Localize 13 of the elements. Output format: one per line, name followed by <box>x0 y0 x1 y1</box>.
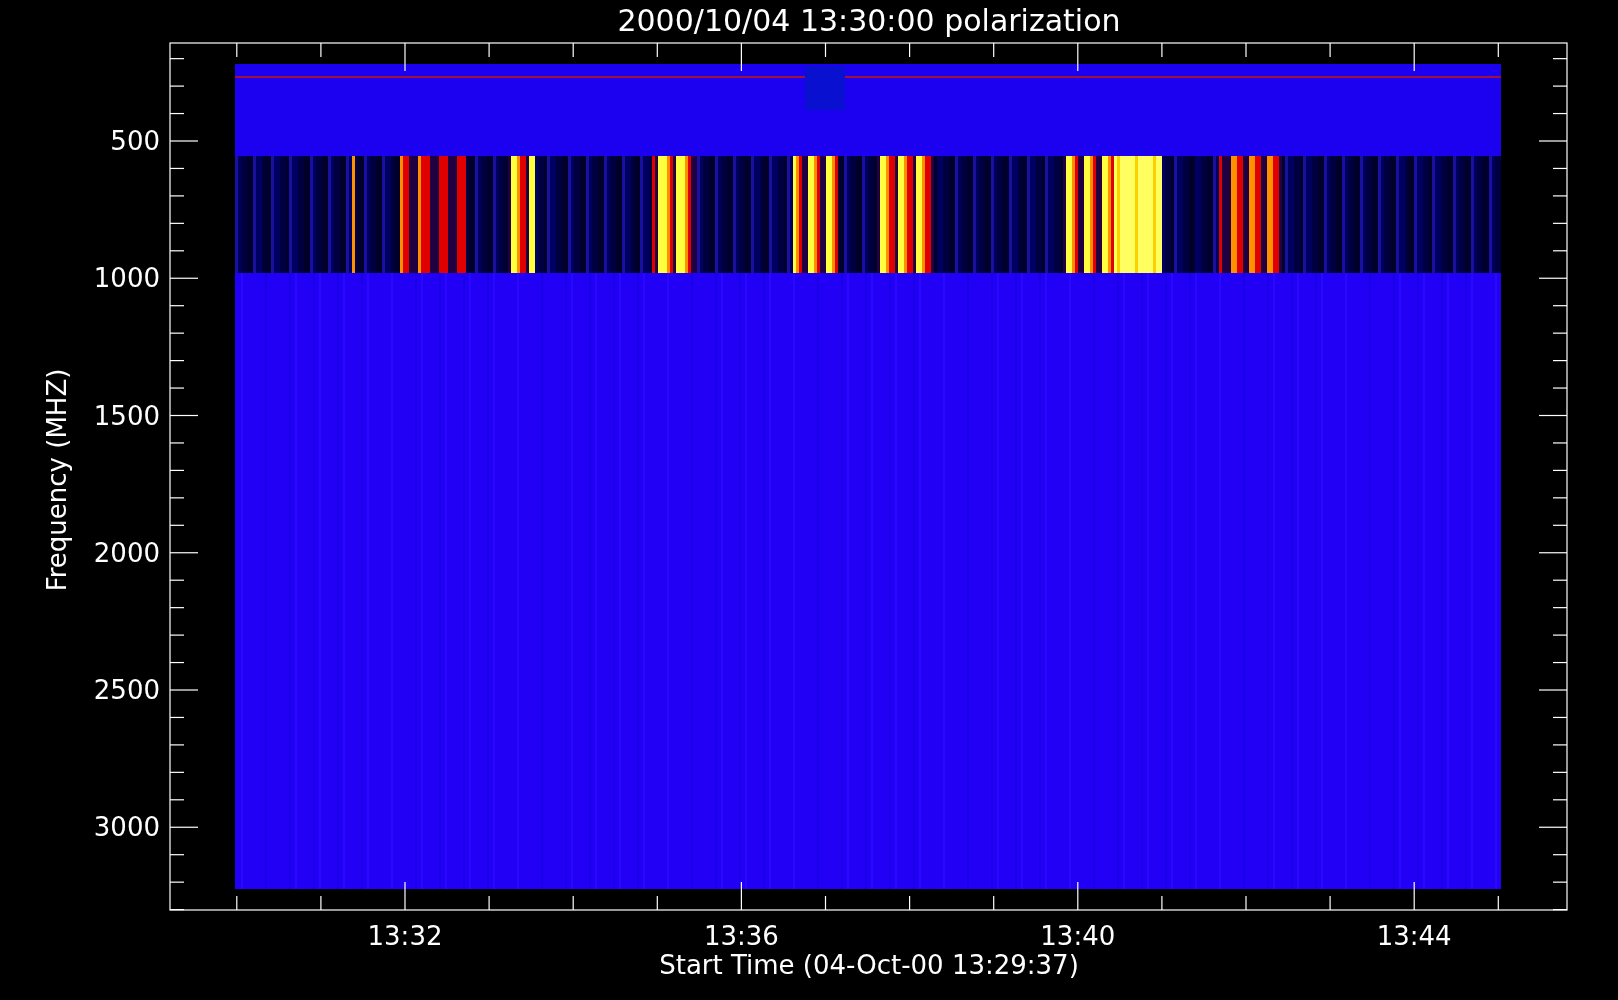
tick-label: 3000 <box>93 812 160 843</box>
tick-label: 1000 <box>93 263 160 294</box>
chart-title: 2000/10/04 13:30:00 polarization <box>617 3 1121 38</box>
y-axis-label: Frequency (MHZ) <box>42 368 72 592</box>
tick-label: 500 <box>110 126 160 156</box>
tick-label: 2500 <box>93 675 160 705</box>
tick-label: 13:32 <box>367 921 443 951</box>
tick-label: 1500 <box>93 400 160 431</box>
x-axis-label: Start Time (04-Oct-00 13:29:37) <box>659 950 1079 980</box>
tick-label: 13:36 <box>703 921 779 951</box>
tick-label: 13:40 <box>1040 921 1116 951</box>
tick-label: 13:44 <box>1376 921 1452 951</box>
tick-label: 2000 <box>93 537 160 568</box>
